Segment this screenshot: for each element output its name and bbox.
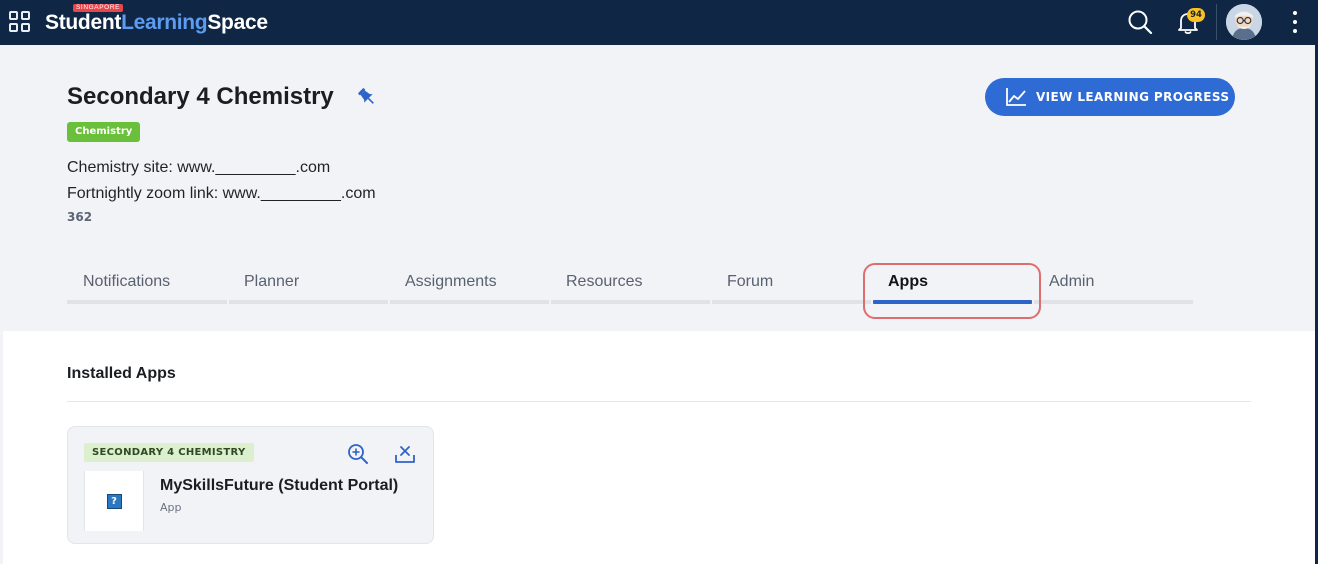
notification-count-badge: 94 <box>1187 8 1205 22</box>
tab-separator <box>549 300 551 304</box>
course-code: 362 <box>67 210 93 224</box>
zoom-in-icon[interactable] <box>346 442 370 466</box>
tab-separator <box>227 300 229 304</box>
tab-separator <box>710 300 712 304</box>
tab-forum[interactable]: Forum <box>711 264 773 300</box>
active-tab-underline <box>873 300 1032 304</box>
pin-icon[interactable] <box>356 86 378 108</box>
broken-image-icon: ? <box>106 493 122 509</box>
top-navigation-bar: SINGAPORE StudentLearningSpace 94 <box>0 0 1318 45</box>
tab-separator <box>1032 300 1034 304</box>
tab-resources[interactable]: Resources <box>550 264 642 300</box>
brand-word-learning: Learning <box>121 11 208 34</box>
uninstall-app-icon[interactable] <box>393 442 417 466</box>
tab-planner[interactable]: Planner <box>228 264 299 300</box>
brand-word-student: Student <box>45 11 122 34</box>
tab-apps[interactable]: Apps <box>872 264 928 300</box>
tab-separator <box>388 300 390 304</box>
brand-wordmark: StudentLearningSpace <box>45 11 268 35</box>
app-type-label: App <box>160 501 182 514</box>
more-options-icon[interactable] <box>1290 10 1300 34</box>
brand-word-space: Space <box>207 11 268 34</box>
search-icon[interactable] <box>1126 8 1154 36</box>
course-tabs: Notifications Planner Assignments Resour… <box>67 264 1193 304</box>
subject-tag: Chemistry <box>67 122 141 142</box>
tab-notifications[interactable]: Notifications <box>67 264 170 300</box>
app-course-tag: SECONDARY 4 CHEMISTRY <box>84 443 254 462</box>
view-learning-progress-button[interactable]: VIEW LEARNING PROGRESS <box>985 78 1235 116</box>
app-name[interactable]: MySkillsFuture (Student Portal) <box>160 477 398 495</box>
user-avatar[interactable] <box>1226 4 1262 40</box>
view-learning-progress-label: VIEW LEARNING PROGRESS <box>1036 90 1230 104</box>
avatar-face-icon <box>1226 4 1262 40</box>
tab-assignments[interactable]: Assignments <box>389 264 497 300</box>
app-thumbnail[interactable]: ? <box>84 471 144 531</box>
installed-apps-title: Installed Apps <box>67 365 176 382</box>
section-divider <box>67 401 1251 402</box>
app-launcher-grid-icon[interactable] <box>8 10 34 36</box>
tab-admin[interactable]: Admin <box>1033 264 1094 300</box>
course-title: Secondary 4 Chemistry <box>67 83 334 110</box>
course-description-line-2: Fortnightly zoom link: www._________.com <box>67 185 376 202</box>
topbar-divider <box>1216 4 1217 40</box>
page-left-edge <box>0 45 3 564</box>
app-card[interactable]: SECONDARY 4 CHEMISTRY ? MySkillsFuture (… <box>67 426 434 544</box>
course-description-line-1: Chemistry site: www._________.com <box>67 159 331 176</box>
line-chart-icon <box>1006 88 1026 106</box>
